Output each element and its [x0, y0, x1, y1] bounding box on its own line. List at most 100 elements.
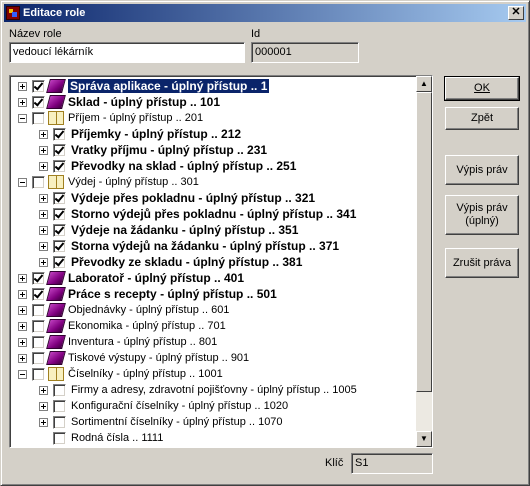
permission-checkbox[interactable] — [32, 176, 45, 189]
permission-checkbox[interactable] — [32, 304, 45, 317]
app-icon — [6, 6, 20, 20]
close-button[interactable]: ✕ — [508, 6, 524, 20]
tree-row[interactable]: Výdej - úplný přístup .. 301 — [12, 174, 416, 190]
tree-row[interactable]: Správa aplikace - úplný přístup .. 1 — [12, 78, 416, 94]
permission-checkbox[interactable] — [53, 240, 66, 253]
permission-checkbox[interactable] — [53, 432, 66, 445]
open-book-icon — [48, 111, 64, 125]
collapse-icon[interactable] — [18, 114, 27, 123]
permission-checkbox[interactable] — [32, 288, 45, 301]
role-name-input[interactable]: vedoucí lékárník — [9, 42, 245, 63]
key-field: S1 — [351, 453, 433, 474]
tree-row[interactable]: Rodná čísla .. 1111 — [12, 430, 416, 446]
collapse-icon[interactable] — [18, 370, 27, 379]
tree-row-label: Výdeje přes pokladnu - úplný přístup .. … — [71, 191, 316, 205]
permission-checkbox[interactable] — [53, 208, 66, 221]
expand-icon[interactable] — [39, 162, 48, 171]
ok-button[interactable]: OK — [444, 76, 520, 101]
permission-checkbox[interactable] — [32, 96, 45, 109]
permission-checkbox[interactable] — [32, 272, 45, 285]
expand-icon[interactable] — [39, 418, 48, 427]
tree-row[interactable]: Inventura - úplný přístup .. 801 — [12, 334, 416, 350]
expand-icon[interactable] — [18, 290, 27, 299]
title-bar[interactable]: Editace role ✕ — [4, 4, 526, 22]
back-button[interactable]: Zpět — [445, 107, 519, 130]
expand-icon[interactable] — [18, 82, 27, 91]
tree-row[interactable]: Storna výdejů na žádanku - úplný přístup… — [12, 238, 416, 254]
tree-row[interactable]: Storno výdejů přes pokladnu - úplný přís… — [12, 206, 416, 222]
permission-checkbox[interactable] — [32, 320, 45, 333]
tree-row-label: Sklad - úplný přístup .. 101 — [68, 95, 221, 109]
tree-row[interactable]: Sklad - úplný přístup .. 101 — [12, 94, 416, 110]
scroll-thumb[interactable] — [416, 92, 432, 392]
permissions-tree[interactable]: Správa aplikace - úplný přístup .. 1 Skla… — [9, 75, 433, 448]
tree-row-label: Výdeje na žádanku - úplný přístup .. 351 — [71, 223, 299, 237]
tree-row-label: Storna výdejů na žádanku - úplný přístup… — [71, 239, 340, 253]
tree-row-label: Správa aplikace - úplný přístup .. 1 — [66, 78, 271, 94]
list-rights-full-button[interactable]: Výpis práv (úplný) — [445, 195, 519, 235]
expand-icon[interactable] — [39, 242, 48, 251]
tree-row[interactable]: Vratky příjmu - úplný přístup .. 231 — [12, 142, 416, 158]
tree-row[interactable]: Ekonomika - úplný přístup .. 701 — [12, 318, 416, 334]
tree-row[interactable]: Převodky ze skladu - úplný přístup .. 38… — [12, 254, 416, 270]
expand-icon[interactable] — [39, 258, 48, 267]
tree-row-label: Výdej - úplný přístup .. 301 — [68, 176, 199, 188]
expand-icon[interactable] — [18, 322, 27, 331]
permission-checkbox[interactable] — [53, 256, 66, 269]
book-icon — [46, 287, 66, 301]
permission-checkbox[interactable] — [53, 224, 66, 237]
tree-row[interactable]: Výdeje na žádanku - úplný přístup .. 351 — [12, 222, 416, 238]
permission-checkbox[interactable] — [53, 416, 66, 429]
expand-icon[interactable] — [18, 338, 27, 347]
tree-row-label: Firmy a adresy, zdravotní pojišťovny - ú… — [71, 384, 357, 396]
expand-icon[interactable] — [18, 274, 27, 283]
expand-icon[interactable] — [39, 146, 48, 155]
tree-row[interactable]: Práce s recepty - úplný přístup .. 501 — [12, 286, 416, 302]
scroll-down-icon[interactable]: ▼ — [416, 431, 432, 447]
book-icon — [46, 79, 66, 93]
expand-icon[interactable] — [18, 98, 27, 107]
tree-row[interactable]: Příjemky - úplný přístup .. 212 — [12, 126, 416, 142]
expand-icon[interactable] — [39, 386, 48, 395]
tree-row[interactable]: Objednávky - úplný přístup .. 601 — [12, 302, 416, 318]
permission-checkbox[interactable] — [32, 368, 45, 381]
tree-row-label: Tiskové výstupy - úplný přístup .. 901 — [68, 352, 250, 364]
collapse-icon[interactable] — [18, 178, 27, 187]
permission-checkbox[interactable] — [53, 144, 66, 157]
tree-row[interactable]: Výdeje přes pokladnu - úplný přístup .. … — [12, 190, 416, 206]
permission-checkbox[interactable] — [53, 192, 66, 205]
book-icon — [46, 335, 66, 349]
tree-row[interactable]: Příjem - úplný přístup .. 201 — [12, 110, 416, 126]
permission-checkbox[interactable] — [32, 352, 45, 365]
expand-icon[interactable] — [39, 226, 48, 235]
tree-scrollbar[interactable]: ▲ ▼ — [416, 76, 432, 447]
permission-checkbox[interactable] — [32, 336, 45, 349]
tree-row[interactable]: Převodky na sklad - úplný přístup .. 251 — [12, 158, 416, 174]
permission-checkbox[interactable] — [53, 384, 66, 397]
permission-checkbox[interactable] — [32, 112, 45, 125]
tree-row[interactable]: Sortimentní číselníky - úplný přístup ..… — [12, 414, 416, 430]
expand-icon[interactable] — [18, 354, 27, 363]
tree-row[interactable]: Číselníky - úplný přístup .. 1001 — [12, 366, 416, 382]
expand-icon[interactable] — [18, 306, 27, 315]
permission-checkbox[interactable] — [53, 160, 66, 173]
permission-checkbox[interactable] — [53, 400, 66, 413]
open-book-icon — [48, 367, 64, 381]
expand-icon[interactable] — [39, 130, 48, 139]
tree-row-label: Storno výdejů přes pokladnu - úplný přís… — [71, 207, 357, 221]
tree-row[interactable]: Laboratoř - úplný přístup .. 401 — [12, 270, 416, 286]
expand-icon[interactable] — [39, 194, 48, 203]
scroll-up-icon[interactable]: ▲ — [416, 76, 432, 92]
tree-row[interactable]: Konfigurační číselníky - úplný přístup .… — [12, 398, 416, 414]
list-rights-button[interactable]: Výpis práv — [445, 155, 519, 185]
cancel-rights-button[interactable]: Zrušit práva — [445, 248, 519, 278]
id-field: 000001 — [251, 42, 359, 63]
tree-row[interactable]: Tiskové výstupy - úplný přístup .. 901 — [12, 350, 416, 366]
tree-row-label: Rodná čísla .. 1111 — [71, 432, 164, 444]
permission-checkbox[interactable] — [32, 80, 45, 93]
permission-checkbox[interactable] — [53, 128, 66, 141]
expand-icon[interactable] — [39, 402, 48, 411]
expand-icon[interactable] — [39, 210, 48, 219]
book-icon — [46, 303, 66, 317]
tree-row[interactable]: Firmy a adresy, zdravotní pojišťovny - ú… — [12, 382, 416, 398]
